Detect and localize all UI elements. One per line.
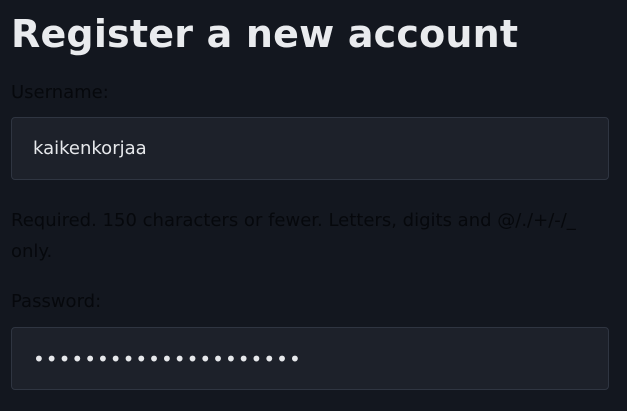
- username-label: Username:: [11, 82, 109, 103]
- username-input[interactable]: [11, 117, 609, 180]
- password-input[interactable]: [11, 327, 609, 390]
- register-page: Register a new account Username: Require…: [0, 0, 627, 411]
- username-help-text: Required. 150 characters or fewer. Lette…: [11, 210, 576, 262]
- page-title: Register a new account: [11, 12, 519, 56]
- password-label: Password:: [11, 291, 102, 312]
